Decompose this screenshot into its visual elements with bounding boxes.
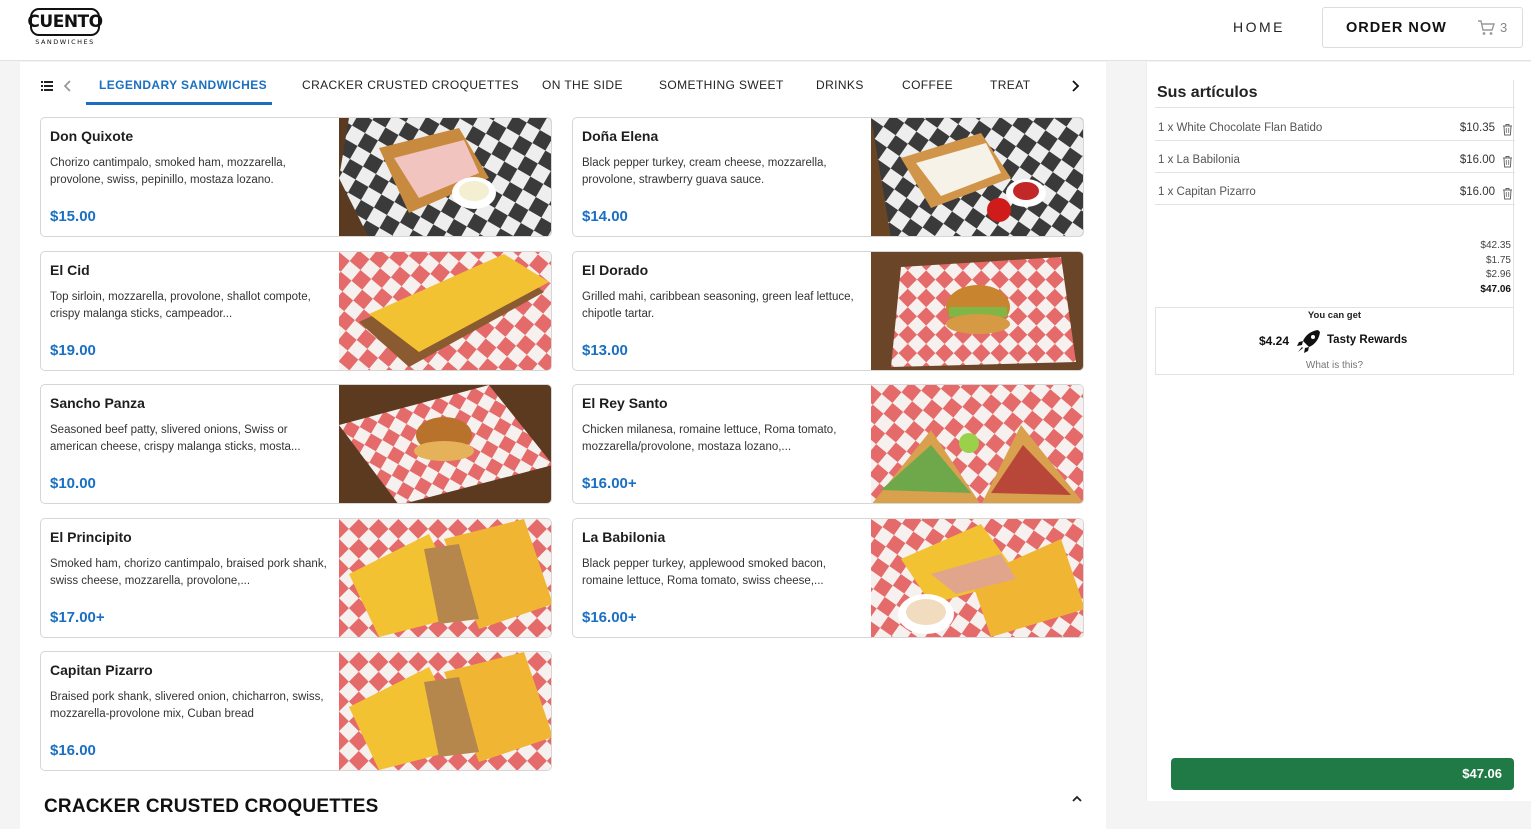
rewards-amount: $4.24 — [1259, 334, 1290, 348]
menu-card-sancho-panza[interactable]: Sancho Panza Seasoned beef patty, sliver… — [40, 384, 552, 504]
item-name: Capitan Pizarro — [50, 662, 153, 678]
cart-item-label: 1 x White Chocolate Flan Batido — [1158, 122, 1323, 134]
item-name: El Principito — [50, 529, 132, 545]
item-description: Grilled mahi, caribbean seasoning, green… — [582, 291, 854, 320]
tax-value: $2.96 — [1485, 269, 1511, 280]
menu-card-capitan-pizarro[interactable]: Capitan Pizarro Braised pork shank, sliv… — [40, 651, 552, 771]
item-price: $14.00 — [582, 208, 628, 225]
item-name: El Dorado — [582, 262, 649, 278]
sandwich-photo — [339, 118, 551, 236]
sandwich-photo — [871, 252, 1083, 370]
menu-card-el-rey-santo[interactable]: El Rey Santo Chicken milanesa, romaine l… — [572, 384, 1084, 504]
logo-wordmark: CUENTO — [27, 8, 103, 36]
divider — [1155, 107, 1515, 108]
item-price: $19.00 — [50, 342, 96, 359]
menu-card-dona-elena[interactable]: Doña Elena Black pepper turkey, cream ch… — [572, 117, 1084, 237]
rewards-box: You can get $4.24 Tasty Rewards What is … — [1155, 307, 1514, 375]
item-name: El Rey Santo — [582, 395, 668, 411]
menu-card-la-babilonia[interactable]: La Babilonia Black pepper turkey, applew… — [572, 518, 1084, 638]
scrollbar[interactable] — [1513, 80, 1514, 373]
section-heading-croquettes: CRACKER CRUSTED CROQUETTES — [44, 796, 379, 817]
tab-cracker-crusted-croquettes[interactable]: CRACKER CRUSTED CROQUETTES — [302, 78, 519, 92]
rocket-icon — [1297, 330, 1320, 353]
sandwich-photo — [871, 118, 1083, 236]
menu-panel: LEGENDARY SANDWICHES CRACKER CRUSTED CRO… — [20, 62, 1106, 829]
cart-sidebar: Sus artículos 1 x White Chocolate Flan B… — [1146, 62, 1531, 801]
total-value: $47.06 — [1480, 283, 1511, 295]
tab-on-the-side[interactable]: ON THE SIDE — [542, 78, 623, 92]
checkout-button[interactable]: $47.06 — [1171, 758, 1514, 790]
order-now-button[interactable]: ORDER NOW 3 — [1322, 7, 1523, 48]
rewards-info-link[interactable]: What is this? — [1156, 360, 1513, 371]
item-name: Doña Elena — [582, 128, 659, 144]
item-description: Braised pork shank, slivered onion, chic… — [50, 691, 324, 720]
item-name: Sancho Panza — [50, 395, 145, 411]
tab-something-sweet[interactable]: SOMETHING SWEET — [659, 78, 784, 92]
active-tab-indicator — [86, 102, 272, 105]
order-now-label: ORDER NOW — [1346, 19, 1447, 36]
fee-value: $1.75 — [1485, 254, 1511, 266]
tab-treat[interactable]: TREAT — [990, 78, 1030, 92]
cart-line-item: 1 x La Babilonia $16.00 — [1155, 142, 1515, 173]
sandwich-photo — [871, 519, 1083, 637]
menu-card-el-dorado[interactable]: El Dorado Grilled mahi, caribbean season… — [572, 251, 1084, 371]
brand-logo[interactable]: CUENTO SANDWICHES — [27, 8, 103, 48]
nav-home-link[interactable]: HOME — [1233, 19, 1285, 35]
sandwich-photo — [339, 519, 551, 637]
tab-coffee[interactable]: COFFEE — [902, 78, 953, 92]
cart-item-price: $16.00 — [1459, 186, 1495, 198]
category-tabs: LEGENDARY SANDWICHES CRACKER CRUSTED CRO… — [20, 62, 1106, 106]
trash-icon[interactable] — [1502, 155, 1513, 168]
item-description: Chicken milanesa, romaine lettuce, Roma … — [582, 424, 837, 453]
cart-line-item: 1 x White Chocolate Flan Batido $10.35 — [1155, 110, 1515, 141]
cart-count: 3 — [1500, 20, 1508, 35]
cart-line-item: 1 x Capitan Pizarro $16.00 — [1155, 174, 1515, 205]
menu-card-el-cid[interactable]: El Cid Top sirloin, mozzarella, provolon… — [40, 251, 552, 371]
cart-item-label: 1 x Capitan Pizarro — [1158, 186, 1256, 198]
menu-card-el-principito[interactable]: El Principito Smoked ham, chorizo cantim… — [40, 518, 552, 638]
item-description: Top sirloin, mozzarella, provolone, shal… — [50, 291, 311, 320]
item-description: Smoked ham, chorizo cantimpalo, braised … — [50, 558, 327, 587]
rewards-label: Tasty Rewards — [1327, 334, 1408, 346]
item-price: $10.00 — [50, 475, 96, 492]
order-totals: $42.35 $1.75 $2.96 $47.06 — [1480, 239, 1511, 297]
item-description: Seasoned beef patty, slivered onions, Sw… — [50, 424, 301, 453]
item-price: $13.00 — [582, 342, 628, 359]
cart-item-price: $10.35 — [1459, 122, 1495, 134]
list-icon[interactable] — [41, 81, 53, 91]
subtotal-value: $42.35 — [1480, 240, 1511, 251]
item-price: $17.00+ — [50, 609, 105, 626]
cart-icon — [1478, 20, 1495, 35]
item-description: Chorizo cantimpalo, smoked ham, mozzarel… — [50, 157, 286, 186]
sandwich-photo — [339, 385, 551, 503]
cart-title: Sus artículos — [1157, 84, 1258, 101]
cart-item-label: 1 x La Babilonia — [1158, 154, 1240, 166]
item-name: El Cid — [50, 262, 90, 278]
tab-legendary-sandwiches[interactable]: LEGENDARY SANDWICHES — [99, 78, 267, 92]
sandwich-photo — [871, 385, 1083, 503]
chevron-right-icon[interactable] — [1070, 79, 1080, 93]
item-price: $15.00 — [50, 208, 96, 225]
chevron-up-icon[interactable] — [1071, 794, 1083, 804]
sandwich-photo — [339, 252, 551, 370]
chevron-left-icon[interactable] — [63, 79, 73, 93]
item-price: $16.00+ — [582, 475, 637, 492]
item-description: Black pepper turkey, applewood smoked ba… — [582, 558, 826, 587]
item-price: $16.00 — [50, 742, 96, 759]
item-price: $16.00+ — [582, 609, 637, 626]
logo-subtitle: SANDWICHES — [35, 38, 95, 46]
item-description: Black pepper turkey, cream cheese, mozza… — [582, 157, 827, 186]
item-name: Don Quixote — [50, 128, 134, 144]
cart-item-price: $16.00 — [1459, 154, 1495, 166]
tab-drinks[interactable]: DRINKS — [816, 78, 864, 92]
site-header: CUENTO SANDWICHES HOME ORDER NOW 3 — [0, 0, 1531, 61]
rewards-heading: You can get — [1307, 310, 1362, 321]
sandwich-photo — [339, 652, 551, 770]
menu-card-don-quixote[interactable]: Don Quixote Chorizo cantimpalo, smoked h… — [40, 117, 552, 237]
trash-icon[interactable] — [1502, 123, 1513, 136]
item-name: La Babilonia — [582, 529, 666, 545]
trash-icon[interactable] — [1502, 187, 1513, 200]
